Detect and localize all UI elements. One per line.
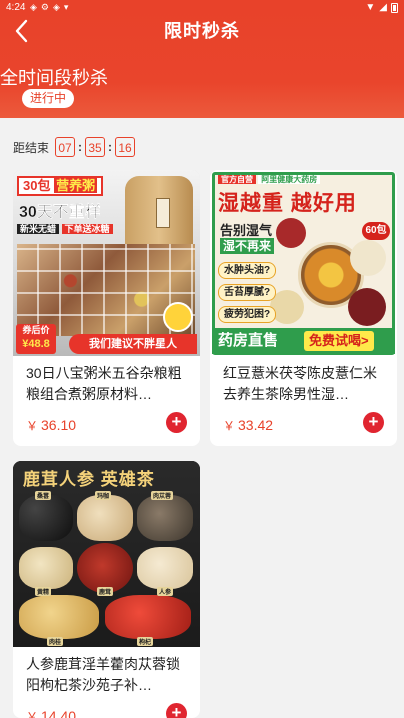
shield-icon: ◈: [30, 2, 37, 12]
image-text: 券后价: [22, 325, 50, 335]
herb-label: 鹿茸: [97, 587, 114, 596]
product-card[interactable]: 官方自营 阿里健康大药房 湿越重 越好用 告别湿气 湿不再来 60包 水肿头油?…: [210, 170, 397, 446]
image-text: 告别湿气: [220, 223, 273, 238]
countdown-seconds: 16: [115, 137, 136, 157]
status-time: 4:24: [6, 2, 26, 13]
herb-label: 人参: [157, 587, 174, 596]
add-to-cart-button[interactable]: +: [363, 412, 384, 433]
campaign-status-badge: 进行中: [22, 89, 74, 108]
add-to-cart-button[interactable]: +: [166, 412, 187, 433]
product-price: ￥ 33.42: [223, 417, 274, 433]
product-image: 30包 营养粥 30天不重样 新米无蜡 下单送冰糖 券后价 ¥48.8 我们建议…: [13, 170, 200, 356]
plus-icon: +: [171, 703, 182, 718]
countdown-separator: :: [108, 140, 113, 154]
image-text: 30天不重样: [19, 204, 101, 221]
image-text: ¥48.8: [22, 338, 50, 350]
product-card[interactable]: 30包 营养粥 30天不重样 新米无蜡 下单送冰糖 券后价 ¥48.8 我们建议…: [13, 170, 200, 446]
page-title: 限时秒杀: [164, 21, 240, 41]
plus-icon: +: [368, 412, 379, 431]
herb-label: 黄精: [35, 587, 52, 596]
image-text: 水肿头油?: [218, 262, 277, 279]
add-to-cart-button[interactable]: +: [166, 703, 187, 718]
image-text: 药房直售: [218, 332, 279, 349]
image-text: 湿不再来: [220, 238, 275, 254]
settings-icon: ⚙: [40, 2, 49, 12]
image-text: 鹿茸人参 英雄茶: [23, 470, 155, 489]
herb-label: 桑葚: [35, 491, 52, 500]
status-bar: 4:24 ◈ ⚙ ◈ ▾ ▼ ◢: [0, 0, 404, 16]
signal-icon: ◢: [379, 2, 387, 13]
product-image: 鹿茸人参 英雄茶 桑葚 玛咖 肉苁蓉 黄精 鹿茸 人参 肉桂 枸杞: [13, 461, 200, 647]
countdown-hours: 07: [55, 137, 76, 157]
image-text: 湿越重 越好用: [218, 192, 357, 215]
image-text: 疲劳犯困?: [218, 306, 277, 323]
product-card[interactable]: 鹿茸人参 英雄茶 桑葚 玛咖 肉苁蓉 黄精 鹿茸 人参 肉桂 枸杞 人参鹿茸淫羊…: [13, 461, 200, 718]
countdown-timer: 距结束 07 : 35 : 16: [13, 137, 136, 157]
product-name[interactable]: 30日八宝粥米五谷杂粮粗粮组合煮粥原材料…: [26, 363, 191, 405]
herb-label: 玛咖: [95, 491, 112, 500]
system-icons: ▼ ◢: [365, 2, 398, 13]
countdown-minutes: 35: [85, 137, 106, 157]
countdown-separator: :: [78, 140, 83, 154]
header-bar: 4:24 ◈ ⚙ ◈ ▾ ▼ ◢ 限时秒杀 全时间段秒杀 进行中: [0, 0, 404, 118]
countdown-label: 距结束: [13, 140, 50, 155]
herb-label: 枸杞: [137, 637, 154, 646]
product-name[interactable]: 红豆薏米茯苓陈皮薏仁米去养生茶除男性湿…: [223, 363, 388, 405]
download-icon: ▾: [63, 2, 69, 12]
image-text: 舌苔厚腻?: [218, 284, 277, 301]
product-name[interactable]: 人参鹿茸淫羊藿肉苁蓉锁阳枸杞茶沙苑子补…: [26, 654, 191, 696]
herb-label: 肉桂: [47, 637, 64, 646]
product-price: ￥ 36.10: [26, 417, 77, 433]
herb-pile-image: [19, 495, 73, 541]
image-text: 我们建议不胖星人: [69, 334, 197, 354]
shield-icon: ◈: [53, 2, 60, 12]
battery-icon: [391, 3, 398, 13]
image-text: 免费试喝>: [304, 331, 374, 351]
campaign-headline: 全时间段秒杀: [0, 68, 108, 88]
wifi-icon: ▼: [365, 2, 376, 13]
image-text: 60包: [362, 222, 390, 240]
image-text: 下单送冰糖: [61, 224, 113, 234]
notification-icons: ◈ ⚙ ◈ ▾: [30, 2, 68, 13]
product-price: ￥ 14.40: [26, 708, 77, 718]
image-text: 新米无蜡: [17, 224, 60, 234]
herb-label: 肉苁蓉: [151, 491, 174, 500]
image-text: 阿里健康大药房: [258, 175, 321, 184]
image-text: 营养粥: [54, 178, 98, 193]
product-image: 官方自营 阿里健康大药房 湿越重 越好用 告别湿气 湿不再来 60包 水肿头油?…: [210, 170, 397, 356]
image-text: 30包: [23, 178, 51, 193]
image-text: 官方自营: [218, 175, 256, 184]
plus-icon: +: [171, 412, 182, 431]
